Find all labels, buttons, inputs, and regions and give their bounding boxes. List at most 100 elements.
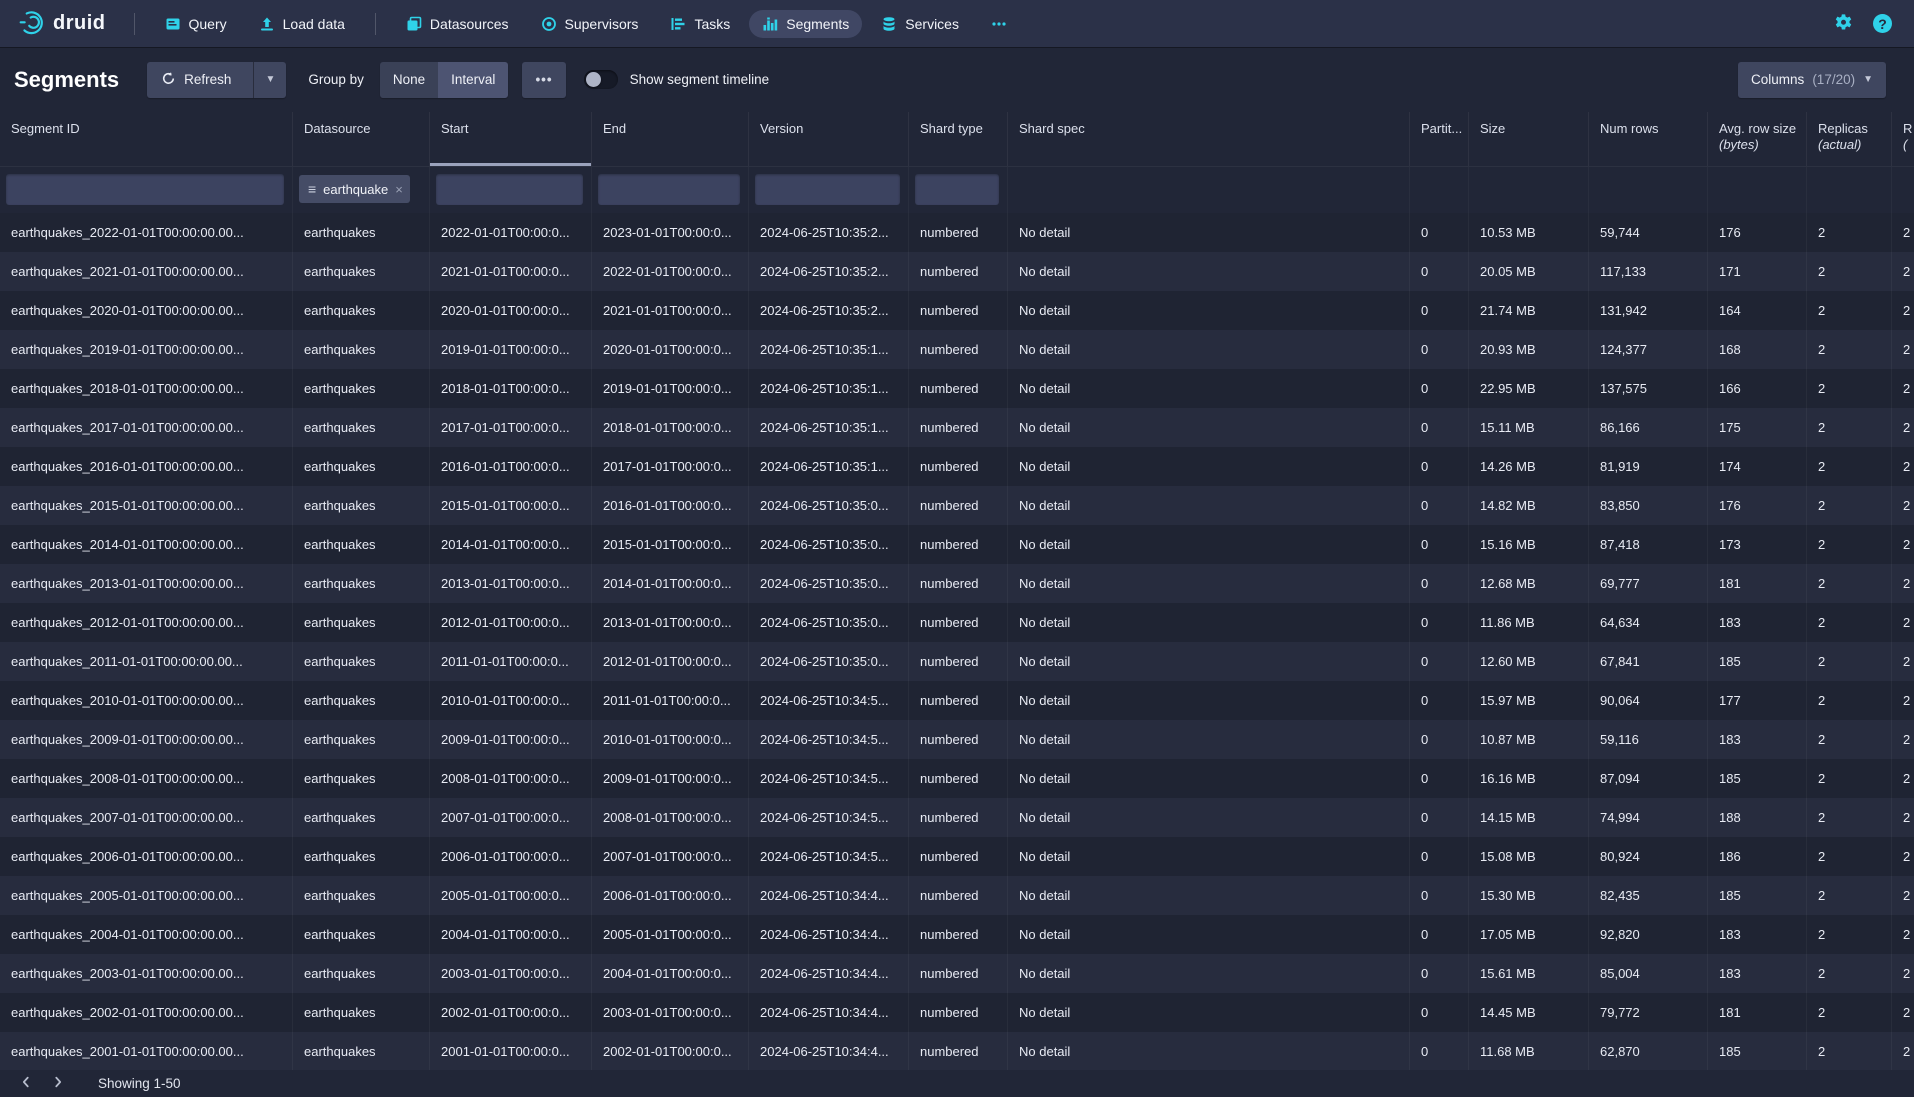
column-header-start[interactable]: Start xyxy=(430,112,592,166)
cell-avg_row_size: 176 xyxy=(1708,213,1807,252)
table-row[interactable]: earthquakes_2003-01-01T00:00:00.00...ear… xyxy=(0,954,1914,993)
table-row[interactable]: earthquakes_2020-01-01T00:00:00.00...ear… xyxy=(0,291,1914,330)
help-button[interactable]: ? xyxy=(1873,14,1892,33)
filter-input-shard_type[interactable] xyxy=(915,174,999,205)
next-page-button[interactable] xyxy=(42,1073,74,1094)
druid-logo[interactable]: druid xyxy=(0,9,120,39)
table-row[interactable]: earthquakes_2013-01-01T00:00:00.00...ear… xyxy=(0,564,1914,603)
load-data-icon xyxy=(259,16,275,32)
cell-shard_spec: No detail xyxy=(1008,525,1410,564)
filter-cell-shard_spec xyxy=(1008,167,1410,213)
cell-replication_factor: 2 xyxy=(1892,642,1914,681)
more-actions-button[interactable]: ••• xyxy=(522,62,565,98)
column-header-num_rows[interactable]: Num rows xyxy=(1589,112,1708,166)
table-row[interactable]: earthquakes_2018-01-01T00:00:00.00...ear… xyxy=(0,369,1914,408)
column-header-shard_type[interactable]: Shard type xyxy=(909,112,1008,166)
column-header-segment_id[interactable]: Segment ID xyxy=(0,112,293,166)
nav-item-tasks[interactable]: Tasks xyxy=(657,10,743,38)
cell-segment_id: earthquakes_2003-01-01T00:00:00.00... xyxy=(0,954,293,993)
cell-shard_spec: No detail xyxy=(1008,759,1410,798)
column-header-datasource[interactable]: Datasource xyxy=(293,112,430,166)
cell-num_rows: 62,870 xyxy=(1589,1032,1708,1071)
cell-datasource: earthquakes xyxy=(293,603,430,642)
cell-num_rows: 80,924 xyxy=(1589,837,1708,876)
cell-segment_id: earthquakes_2014-01-01T00:00:00.00... xyxy=(0,525,293,564)
column-header-version[interactable]: Version xyxy=(749,112,909,166)
cell-replication_factor: 2 xyxy=(1892,759,1914,798)
pagination-bar: Showing 1-50 xyxy=(0,1070,1914,1097)
refresh-button[interactable]: Refresh xyxy=(147,62,245,98)
table-row[interactable]: earthquakes_2011-01-01T00:00:00.00...ear… xyxy=(0,642,1914,681)
table-row[interactable]: earthquakes_2002-01-01T00:00:00.00...ear… xyxy=(0,993,1914,1032)
table-row[interactable]: earthquakes_2022-01-01T00:00:00.00...ear… xyxy=(0,213,1914,252)
cell-replication_factor: 2 xyxy=(1892,954,1914,993)
cell-shard_type: numbered xyxy=(909,213,1008,252)
druid-console: druid QueryLoad data DatasourcesSuperviso… xyxy=(0,0,1914,1097)
nav-item-load-data[interactable]: Load data xyxy=(246,10,358,38)
nav-item-datasources[interactable]: Datasources xyxy=(393,10,522,38)
column-header-replication_factor[interactable]: R( xyxy=(1892,112,1914,166)
column-label: Segment ID xyxy=(11,121,292,136)
table-row[interactable]: earthquakes_2016-01-01T00:00:00.00...ear… xyxy=(0,447,1914,486)
filter-cell-datasource: ≡earthquake× xyxy=(293,167,430,213)
table-row[interactable]: earthquakes_2019-01-01T00:00:00.00...ear… xyxy=(0,330,1914,369)
cell-end: 2015-01-01T00:00:0... xyxy=(592,525,749,564)
table-row[interactable]: earthquakes_2005-01-01T00:00:00.00...ear… xyxy=(0,876,1914,915)
filter-input-segment_id[interactable] xyxy=(6,174,284,205)
filter-input-version[interactable] xyxy=(755,174,900,205)
columns-button[interactable]: Columns (17/20) ▼ xyxy=(1738,62,1886,98)
nav-item-more[interactable] xyxy=(978,10,1020,38)
segments-icon xyxy=(762,16,778,32)
group-by-none-button[interactable]: None xyxy=(380,62,438,98)
nav-item-label: Segments xyxy=(786,16,849,32)
cell-segment_id: earthquakes_2013-01-01T00:00:00.00... xyxy=(0,564,293,603)
cell-version: 2024-06-25T10:34:4... xyxy=(749,1032,909,1071)
table-row[interactable]: earthquakes_2009-01-01T00:00:00.00...ear… xyxy=(0,720,1914,759)
cell-replication_factor: 2 xyxy=(1892,447,1914,486)
column-header-avg_row_size[interactable]: Avg. row size(bytes) xyxy=(1708,112,1807,166)
settings-button[interactable] xyxy=(1834,13,1853,35)
cell-shard_type: numbered xyxy=(909,759,1008,798)
cell-shard_type: numbered xyxy=(909,486,1008,525)
table-row[interactable]: earthquakes_2021-01-01T00:00:00.00...ear… xyxy=(0,252,1914,291)
table-row[interactable]: earthquakes_2004-01-01T00:00:00.00...ear… xyxy=(0,915,1914,954)
more-icon xyxy=(991,16,1007,32)
cell-end: 2004-01-01T00:00:0... xyxy=(592,954,749,993)
table-row[interactable]: earthquakes_2012-01-01T00:00:00.00...ear… xyxy=(0,603,1914,642)
nav-item-services[interactable]: Services xyxy=(868,10,972,38)
column-header-replicas[interactable]: Replicas(actual) xyxy=(1807,112,1892,166)
column-label: Shard spec xyxy=(1019,121,1409,136)
table-row[interactable]: earthquakes_2007-01-01T00:00:00.00...ear… xyxy=(0,798,1914,837)
column-header-shard_spec[interactable]: Shard spec xyxy=(1008,112,1410,166)
cell-avg_row_size: 175 xyxy=(1708,408,1807,447)
table-row[interactable]: earthquakes_2008-01-01T00:00:00.00...ear… xyxy=(0,759,1914,798)
cell-shard_spec: No detail xyxy=(1008,603,1410,642)
filter-input-end[interactable] xyxy=(598,174,740,205)
table-row[interactable]: earthquakes_2014-01-01T00:00:00.00...ear… xyxy=(0,525,1914,564)
cell-end: 2014-01-01T00:00:0... xyxy=(592,564,749,603)
remove-filter-icon[interactable]: × xyxy=(395,182,403,197)
table-row[interactable]: earthquakes_2010-01-01T00:00:00.00...ear… xyxy=(0,681,1914,720)
table-row[interactable]: earthquakes_2015-01-01T00:00:00.00...ear… xyxy=(0,486,1914,525)
filter-input-start[interactable] xyxy=(436,174,583,205)
cell-avg_row_size: 188 xyxy=(1708,798,1807,837)
cell-avg_row_size: 171 xyxy=(1708,252,1807,291)
datasource-filter-tag[interactable]: ≡earthquake× xyxy=(299,175,410,203)
refresh-interval-dropdown[interactable]: ▼ xyxy=(253,62,286,98)
table-row[interactable]: earthquakes_2001-01-01T00:00:00.00...ear… xyxy=(0,1032,1914,1071)
nav-item-query[interactable]: Query xyxy=(152,10,240,38)
column-header-end[interactable]: End xyxy=(592,112,749,166)
cell-version: 2024-06-25T10:35:0... xyxy=(749,564,909,603)
cell-size: 15.30 MB xyxy=(1469,876,1589,915)
previous-page-button[interactable] xyxy=(10,1073,42,1094)
nav-item-segments[interactable]: Segments xyxy=(749,10,862,38)
cell-shard_spec: No detail xyxy=(1008,954,1410,993)
segment-timeline-toggle[interactable] xyxy=(584,70,618,89)
cell-datasource: earthquakes xyxy=(293,330,430,369)
group-by-interval-button[interactable]: Interval xyxy=(438,62,508,98)
column-header-partition[interactable]: Partit... xyxy=(1410,112,1469,166)
column-header-size[interactable]: Size xyxy=(1469,112,1589,166)
nav-item-supervisors[interactable]: Supervisors xyxy=(528,10,652,38)
table-row[interactable]: earthquakes_2017-01-01T00:00:00.00...ear… xyxy=(0,408,1914,447)
table-row[interactable]: earthquakes_2006-01-01T00:00:00.00...ear… xyxy=(0,837,1914,876)
